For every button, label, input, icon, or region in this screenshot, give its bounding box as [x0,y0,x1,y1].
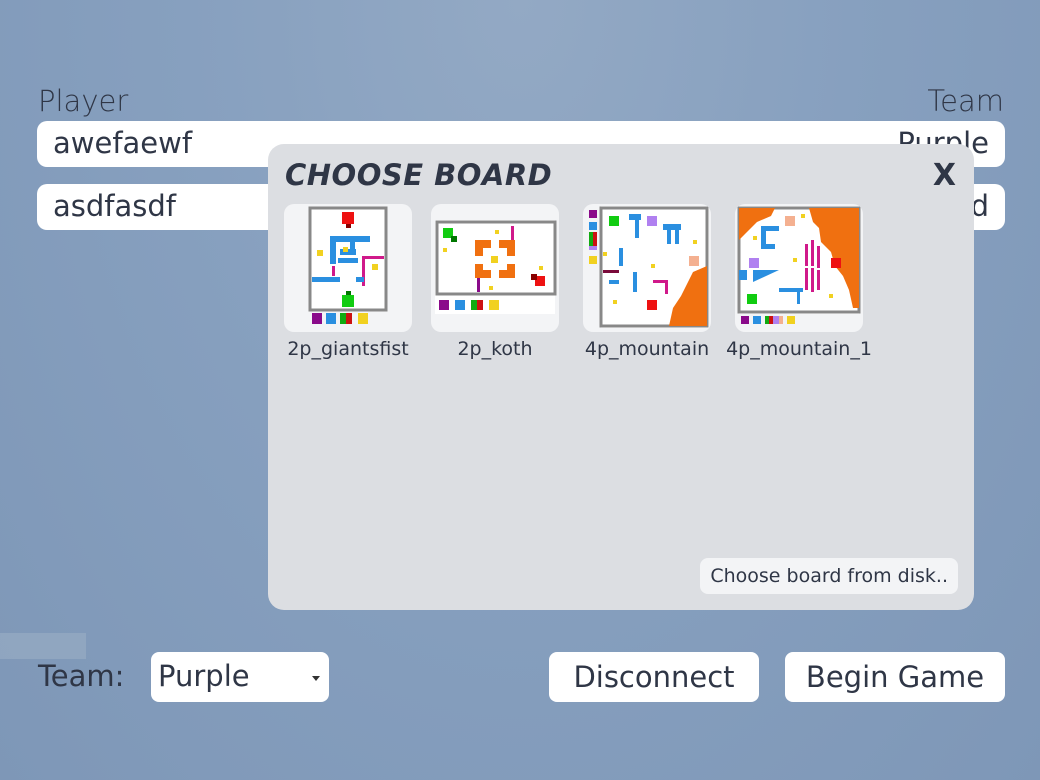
disconnect-button[interactable]: Disconnect [549,652,759,702]
team-label: Team: [38,659,125,693]
board-thumbnail [431,204,559,332]
board-name: 4p_mountain [584,338,710,360]
chevron-down-icon [312,676,320,681]
player-name: awefaewf [53,126,193,160]
board-thumbnail [284,204,412,332]
board-option-4p-mountain[interactable]: 4p_mountain [572,204,722,360]
board-name: 2p_koth [457,338,533,360]
dialog-title: CHOOSE BOARD [285,158,553,192]
board-name: 4p_mountain_1 [726,338,872,360]
board-thumbnail [583,204,711,332]
board-option-2p-koth[interactable]: 2p_koth [420,204,570,360]
begin-game-button[interactable]: Begin Game [785,652,1005,702]
side-tab [0,633,86,659]
board-option-2p-giantsfist[interactable]: 2p_giantsfist [273,204,423,360]
player-column-header: Player [38,84,129,118]
team-select[interactable]: Purple [151,652,329,702]
board-thumbnail [735,204,863,332]
board-name: 2p_giantsfist [287,338,409,360]
board-option-4p-mountain-1[interactable]: 4p_mountain_1 [724,204,874,360]
close-button[interactable]: X [933,158,956,193]
choose-from-disk-button[interactable]: Choose board from disk.. [700,558,958,594]
team-column-header: Team [927,84,1004,118]
team-select-value: Purple [158,659,250,693]
choose-board-dialog: CHOOSE BOARD X 2p_giantsfist 2p_koth 4p_… [268,144,974,610]
player-name: asdfasdf [53,189,176,223]
